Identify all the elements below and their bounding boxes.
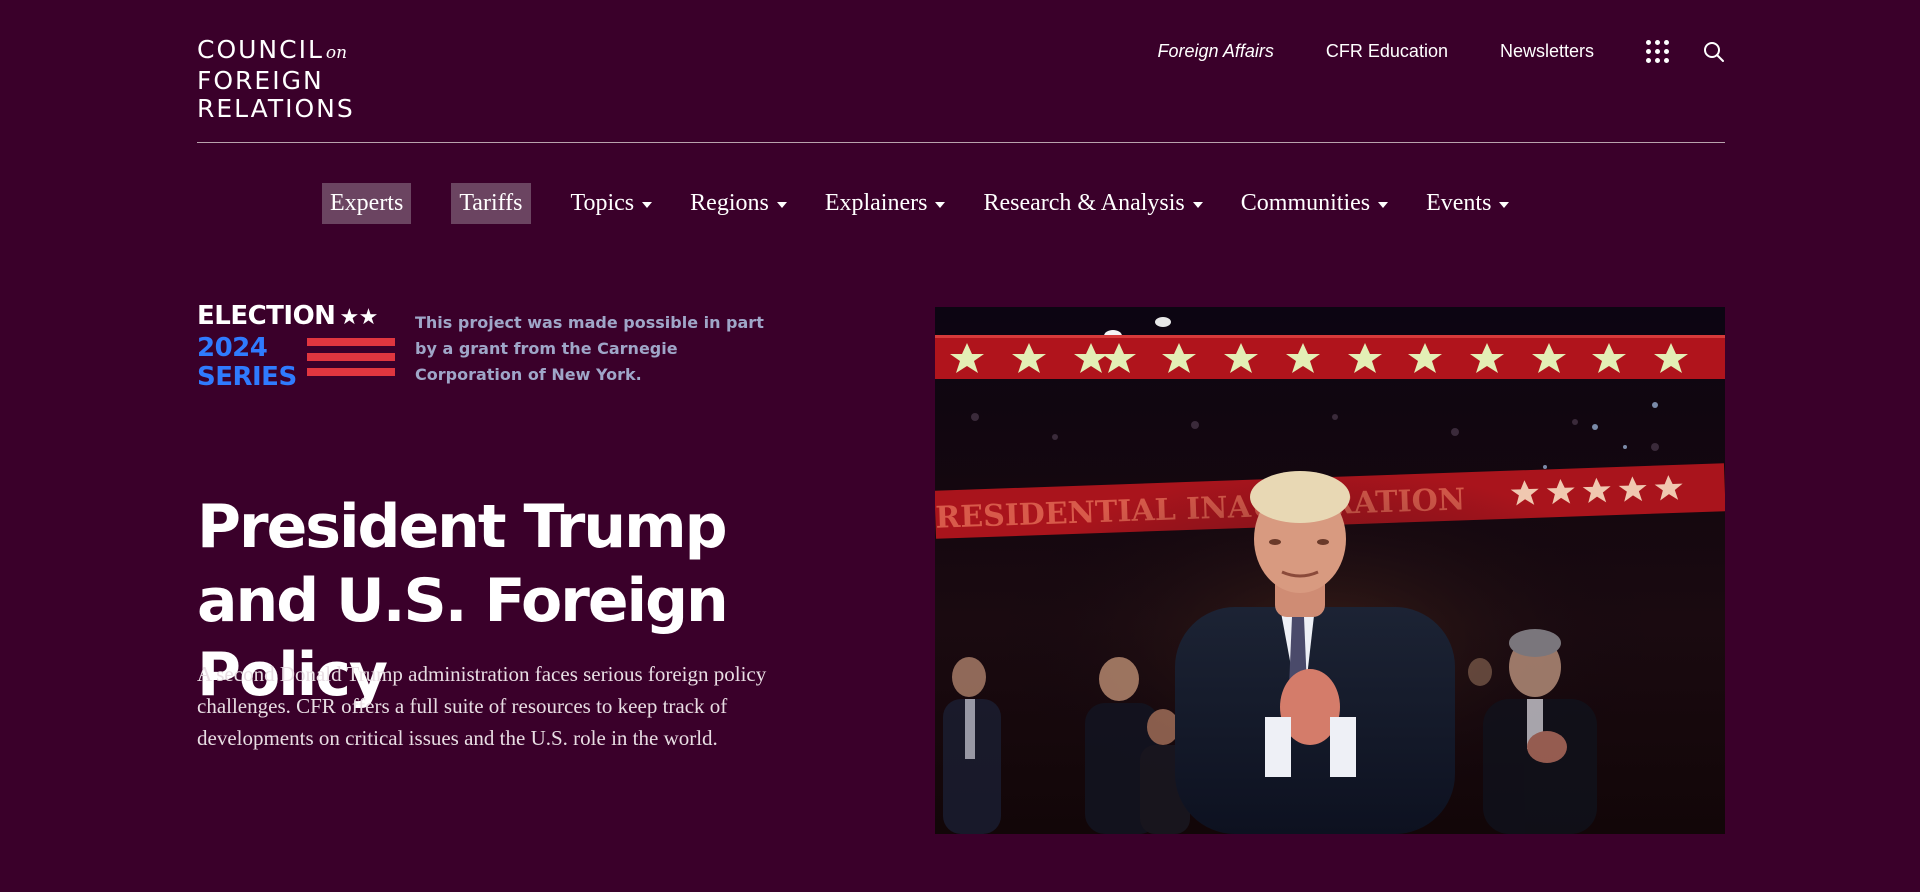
logo-on: on [325,43,348,63]
election-series-badge: ELECTION ★★ 2024 SERIES This project was … [197,302,775,392]
nav-tariffs[interactable]: Tariffs [451,183,531,224]
logo-line-1: COUNCIL on [197,35,348,64]
badge-election-text: ELECTION [197,301,336,331]
newsletters-link[interactable]: Newsletters [1500,41,1594,62]
chevron-down-icon [776,202,787,208]
utility-nav: Foreign Affairs CFR Education Newsletter… [1158,40,1725,63]
hero-description: A second Donald Trump administration fac… [197,662,767,750]
foreign-affairs-link[interactable]: Foreign Affairs [1158,41,1274,62]
chevron-down-icon [642,202,653,208]
nav-regions[interactable]: Regions [690,190,787,217]
header-divider [197,142,1725,143]
election-2024-logo[interactable]: ELECTION ★★ 2024 SERIES [197,301,395,392]
flag-stripes-icon [306,338,395,392]
nav-topics[interactable]: Topics [571,190,653,217]
nav-events[interactable]: Events [1426,190,1510,217]
badge-series: SERIES [197,362,297,392]
chevron-down-icon [1499,202,1510,208]
nav-communities[interactable]: Communities [1241,190,1389,217]
hero-photo: RESIDENTIAL INAUGURATION [935,307,1725,834]
apps-grid-icon[interactable] [1646,40,1669,63]
logo-line-3: RELATIONS [197,94,355,123]
main-nav: Experts Tariffs Topics Regions Explainer… [322,183,1547,224]
nav-research-analysis[interactable]: Research & Analysis [983,190,1203,217]
cfr-education-link[interactable]: CFR Education [1326,41,1448,62]
stars-icon: ★★ [339,305,378,330]
chevron-down-icon [935,202,946,208]
grant-note: This project was made possible in part b… [415,313,764,384]
chevron-down-icon [1192,202,1203,208]
badge-year: 2024 [197,333,268,363]
cfr-logo[interactable]: COUNCIL on FOREIGN RELATIONS [197,36,377,123]
nav-explainers[interactable]: Explainers [825,190,946,217]
logo-line-2: FOREIGN [197,66,324,95]
search-icon[interactable] [1703,41,1725,63]
chevron-down-icon [1378,202,1389,208]
nav-experts[interactable]: Experts [322,183,412,224]
